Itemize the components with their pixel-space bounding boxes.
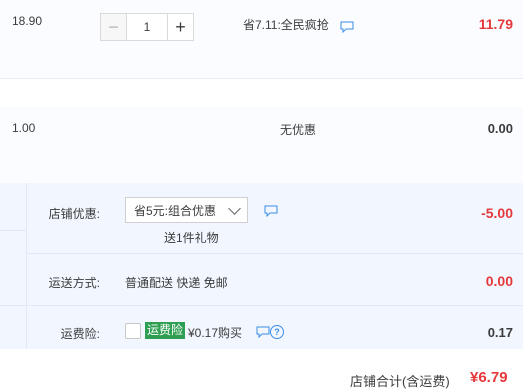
shop-discount-select[interactable]: 省5元:组合优惠 [125, 197, 248, 223]
decrease-quantity-button[interactable]: − [100, 13, 127, 41]
shipping-label: 运送方式: [48, 276, 100, 290]
insurance-label: 运费险: [60, 327, 100, 341]
insurance-checkbox[interactable] [125, 323, 141, 339]
divider [0, 230, 26, 231]
insurance-price: ¥0.17购买 [188, 326, 243, 340]
shop-discount-value: 省5元:组合优惠 [134, 203, 217, 218]
divider [0, 305, 26, 306]
item-amount: 0.00 [487, 121, 513, 136]
item-price: 1.00 [12, 121, 36, 135]
spacer [0, 79, 523, 107]
shop-total-amount: ¥6.79 [470, 369, 508, 386]
chat-icon[interactable] [340, 21, 354, 33]
insurance-badge: 运费险 [145, 322, 186, 339]
item-promotion: 省7.11:全民疯抢 [243, 18, 329, 32]
quantity-input[interactable]: 1 [127, 13, 167, 41]
increase-quantity-button[interactable]: + [167, 13, 194, 41]
shipping-method: 普通配送 快递 免邮 [125, 276, 228, 290]
quantity-stepper: − 1 + [100, 13, 194, 41]
item-price: 18.90 [12, 14, 43, 28]
chevron-down-icon [228, 202, 241, 215]
divider [26, 183, 27, 349]
divider [26, 305, 523, 306]
shop-total-label: 店铺合计(含运费) [350, 374, 450, 389]
question-icon[interactable]: ? [270, 325, 284, 339]
shop-discount-label: 店铺优惠: [48, 207, 100, 221]
insurance-amount: 0.17 [487, 325, 513, 340]
cart-item-row [0, 0, 523, 78]
divider [26, 253, 523, 254]
gift-text: 送1件礼物 [164, 231, 219, 245]
cart-item-row [0, 107, 523, 183]
chat-icon[interactable] [256, 326, 270, 338]
shipping-amount: 0.00 [485, 273, 513, 289]
shop-discount-amount: -5.00 [481, 205, 513, 221]
chat-icon[interactable] [264, 205, 278, 217]
item-amount: 11.79 [478, 16, 513, 32]
item-promotion: 无优惠 [280, 123, 317, 137]
